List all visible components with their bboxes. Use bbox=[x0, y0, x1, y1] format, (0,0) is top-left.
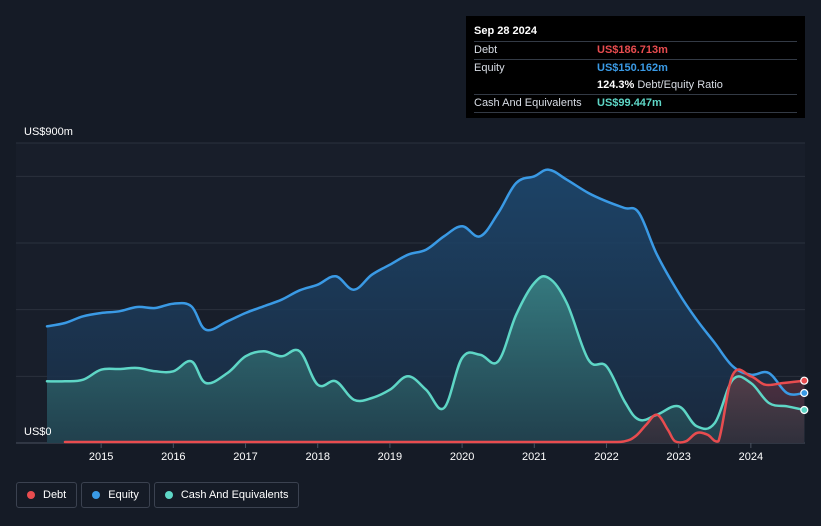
x-tick-label: 2022 bbox=[594, 451, 618, 463]
tooltip-debt-value: US$186.713m bbox=[597, 44, 668, 56]
chart-legend: Debt Equity Cash And Equivalents bbox=[16, 482, 300, 508]
tooltip-ratio-value: 124.3% bbox=[597, 79, 635, 91]
tooltip-equity-label: Equity bbox=[474, 62, 505, 74]
x-tick-label: 2017 bbox=[233, 451, 257, 463]
x-tick-label: 2020 bbox=[450, 451, 474, 463]
y-axis-top-label: US$900m bbox=[24, 126, 73, 138]
equity-end-marker bbox=[800, 388, 809, 398]
tooltip-row-cash: Cash And Equivalents US$99.447m bbox=[474, 94, 797, 113]
x-tick-label: 2019 bbox=[378, 451, 402, 463]
x-tick-label: 2016 bbox=[161, 451, 185, 463]
y-axis-bottom-label: US$0 bbox=[24, 426, 52, 438]
legend-label-cash: Cash And Equivalents bbox=[180, 489, 289, 501]
legend-dot-debt-icon bbox=[27, 491, 35, 499]
tooltip-row-ratio: 124.3% Debt/Equity Ratio bbox=[474, 77, 797, 94]
x-axis-ticks: 2015 2016 2017 2018 2019 2020 2021 2022 2023 2024 bbox=[89, 443, 763, 463]
tooltip-equity-value: US$150.162m bbox=[597, 62, 668, 74]
legend-item-cash[interactable]: Cash And Equivalents bbox=[153, 482, 300, 508]
tooltip-row-equity: Equity US$150.162m bbox=[474, 59, 797, 77]
tooltip-cash-value: US$99.447m bbox=[597, 97, 662, 109]
tooltip-cash-label: Cash And Equivalents bbox=[474, 97, 582, 109]
tooltip-date: Sep 28 2024 bbox=[474, 25, 537, 37]
tooltip-row-debt: Debt US$186.713m bbox=[474, 41, 797, 59]
x-tick-label: 2023 bbox=[666, 451, 690, 463]
series-end-markers bbox=[800, 376, 809, 415]
legend-label-equity: Equity bbox=[108, 489, 139, 501]
legend-dot-cash-icon bbox=[164, 491, 173, 499]
tooltip-panel: Sep 28 2024 Debt US$186.713m Equity US$1… bbox=[466, 16, 805, 118]
x-tick-label: 2021 bbox=[522, 451, 546, 463]
x-tick-label: 2018 bbox=[305, 451, 329, 463]
cash-and-equivalents-end-marker bbox=[800, 405, 809, 415]
legend-label-debt: Debt bbox=[43, 489, 67, 501]
tooltip-debt-label: Debt bbox=[474, 44, 498, 56]
legend-item-debt[interactable]: Debt bbox=[16, 482, 78, 508]
legend-dot-equity-icon bbox=[92, 491, 101, 499]
legend-item-equity[interactable]: Equity bbox=[81, 482, 150, 508]
x-tick-label: 2024 bbox=[739, 451, 763, 463]
tooltip-ratio-text: Debt/Equity Ratio bbox=[637, 79, 723, 91]
x-tick-label: 2015 bbox=[89, 451, 113, 463]
debt-end-marker bbox=[800, 376, 809, 385]
